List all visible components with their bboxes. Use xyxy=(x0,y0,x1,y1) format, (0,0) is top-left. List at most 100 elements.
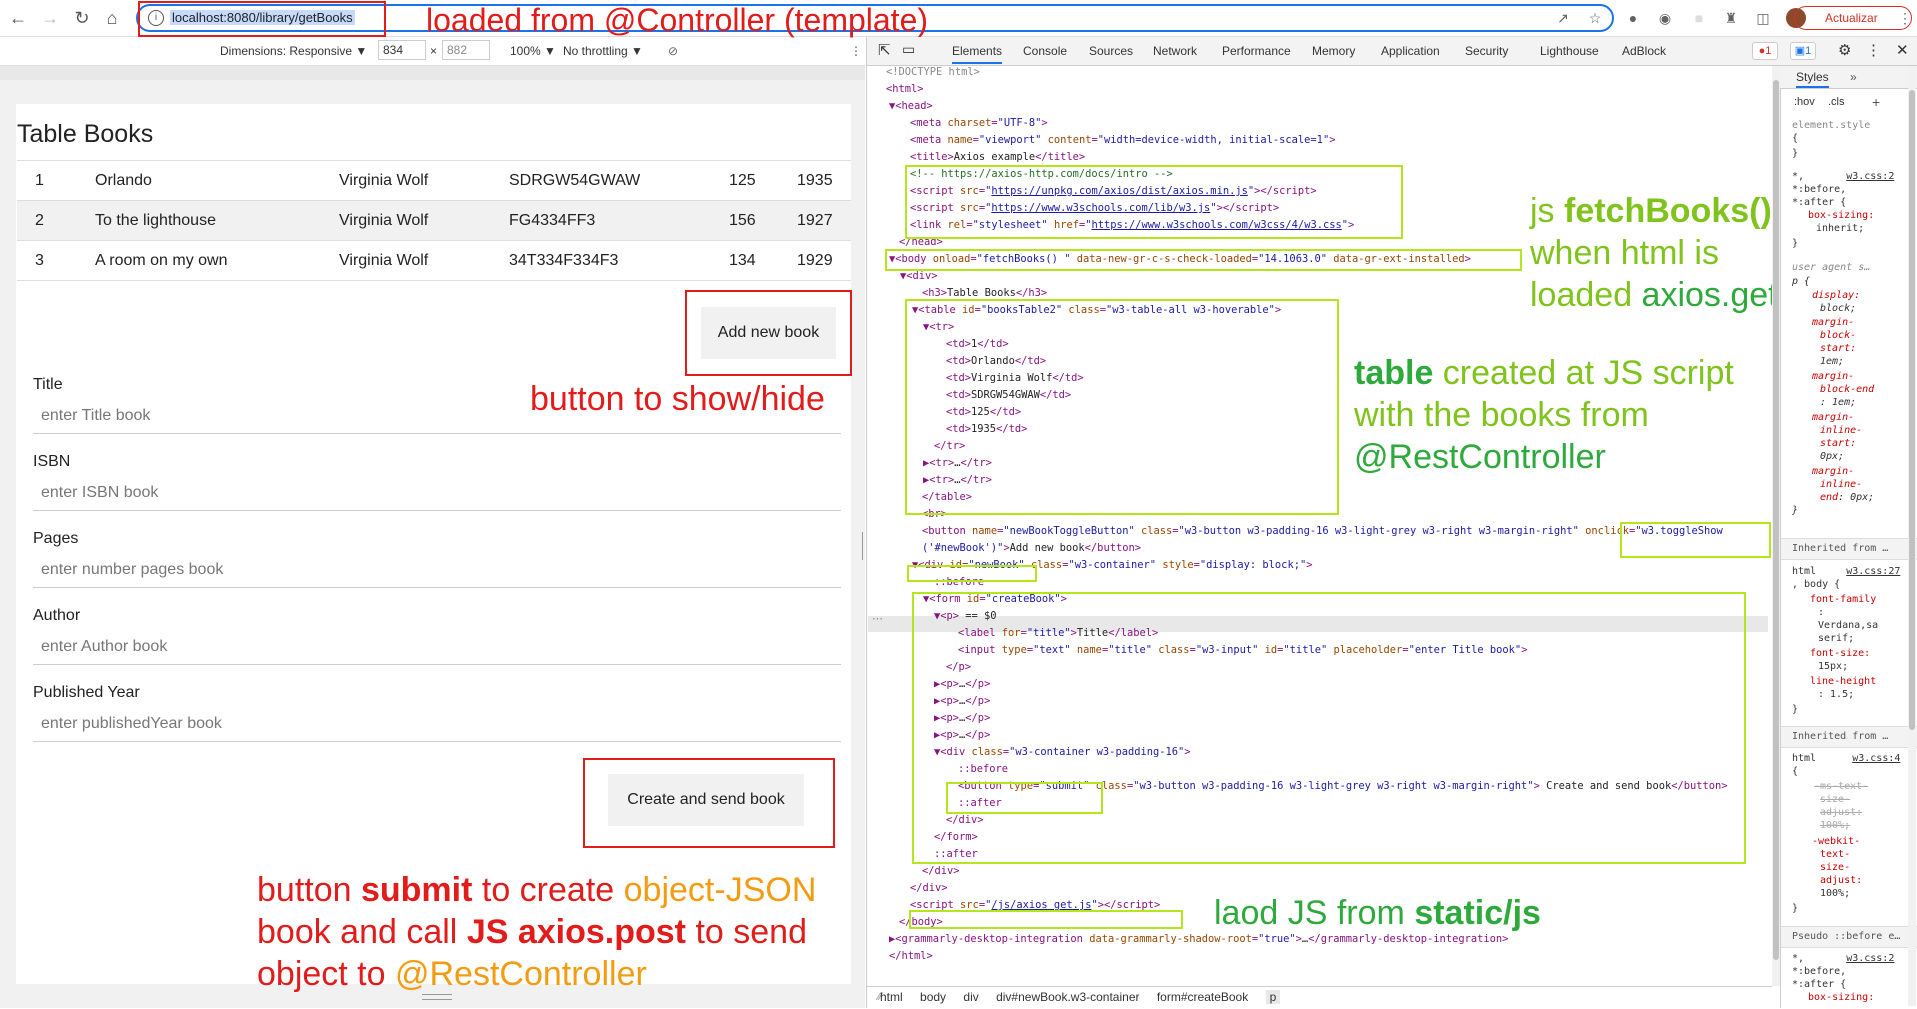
extension-icon[interactable]: ● xyxy=(1624,9,1642,27)
star-icon[interactable]: ☆ xyxy=(1586,9,1604,27)
back-icon[interactable]: ← xyxy=(6,6,30,30)
dom-line[interactable]: ▼<div> xyxy=(900,270,938,282)
style-rule: margin- xyxy=(1812,371,1855,382)
cell-author: Virginia Wolf xyxy=(339,200,509,241)
annotation-fetchbooks: js fetchBooks() when html is loaded axio… xyxy=(1530,190,1778,316)
tab-application[interactable]: Application xyxy=(1381,44,1440,58)
error-count: 1 xyxy=(1765,45,1772,57)
ellipsis-icon[interactable]: ⋯ xyxy=(872,612,883,625)
extension-icon[interactable]: ◉ xyxy=(1656,9,1674,27)
sidepanel-icon[interactable]: ◫ xyxy=(1754,9,1772,27)
cls-toggle[interactable]: .cls xyxy=(1828,96,1845,108)
forward-icon[interactable]: → xyxy=(38,6,62,30)
close-icon[interactable]: ✕ xyxy=(1896,41,1909,59)
no-sensor-icon[interactable]: ⊘ xyxy=(668,44,678,58)
dom-line[interactable]: <!DOCTYPE html> xyxy=(886,66,980,78)
breadcrumb-item[interactable]: div xyxy=(963,990,978,1004)
pages-input[interactable]: enter number pages book xyxy=(33,556,841,588)
tab-memory[interactable]: Memory xyxy=(1312,44,1355,58)
tab-styles[interactable]: Styles xyxy=(1796,70,1829,88)
dom-line[interactable]: </div> xyxy=(910,882,948,894)
breadcrumb-item[interactable]: html xyxy=(880,990,903,1004)
cell-year: 1935 xyxy=(797,160,851,201)
dom-line[interactable]: <html> xyxy=(886,83,924,95)
style-rule: 100%; xyxy=(1820,888,1851,899)
scrollbar-thumb[interactable] xyxy=(1909,90,1915,730)
style-rule: box-sizing: xyxy=(1808,992,1875,1003)
dom-line[interactable]: <meta charset="UTF-8"> xyxy=(910,117,1048,129)
more-options-icon[interactable]: ⋮ xyxy=(850,44,862,58)
dom-line[interactable]: ▶<grammarly-desktop-integration data-gra… xyxy=(889,933,1508,945)
cell-isbn: FG4334FF3 xyxy=(509,200,729,241)
newbook-div-highlight-box xyxy=(907,565,1037,582)
height-input[interactable]: 882 xyxy=(442,40,490,60)
gear-icon[interactable]: ⚙ xyxy=(1838,41,1851,59)
dom-line[interactable]: <meta name="viewport" content="width=dev… xyxy=(910,134,1335,146)
cell-author: Virginia Wolf xyxy=(339,160,509,201)
style-rule: html w3.css:4 xyxy=(1792,753,1901,764)
isbn-input[interactable]: enter ISBN book xyxy=(33,479,841,511)
tab-console[interactable]: Console xyxy=(1023,44,1067,58)
table-row[interactable]: 1 Orlando Virginia Wolf SDRGW54GWAW 125 … xyxy=(17,160,851,201)
tab-lighthouse[interactable]: Lighthouse xyxy=(1540,44,1599,58)
style-rule: } xyxy=(1792,704,1799,715)
media-query-ruler xyxy=(0,66,865,81)
annotation-table: table created at JS script with the book… xyxy=(1354,352,1734,478)
style-rule: , body { xyxy=(1792,579,1841,590)
dom-line[interactable]: ('#newBook')">Add new book</button> xyxy=(922,542,1141,554)
add-icon[interactable]: + xyxy=(1872,94,1880,110)
style-rule: start: xyxy=(1820,438,1857,449)
device-icon[interactable]: ▭ xyxy=(902,41,915,58)
tab-adblock[interactable]: AdBlock xyxy=(1622,44,1666,58)
year-input[interactable]: enter publishedYear book xyxy=(33,710,841,742)
tab-network[interactable]: Network xyxy=(1153,44,1197,58)
breadcrumb-item[interactable]: div#newBook.w3-container xyxy=(996,990,1139,1004)
breadcrumb-item[interactable]: body xyxy=(920,990,946,1004)
more-options-icon[interactable]: ⋮ xyxy=(1866,41,1881,59)
error-badge[interactable]: ●1 xyxy=(1752,42,1778,60)
puzzle-icon[interactable]: ♜ xyxy=(1722,9,1740,27)
style-rule: display: xyxy=(1812,290,1861,301)
breadcrumb-item[interactable]: p xyxy=(1265,990,1281,1004)
dom-line[interactable]: <h3>Table Books</h3> xyxy=(922,287,1047,299)
message-badge[interactable]: ▣1 xyxy=(1790,42,1816,60)
annotation-submit: button submit to create object-JSON book… xyxy=(257,869,816,995)
width-input[interactable]: 834 xyxy=(378,40,426,60)
dom-line[interactable]: <title>Axios example</title> xyxy=(910,151,1085,163)
cell-title: Orlando xyxy=(95,160,339,201)
url-highlight-box xyxy=(138,1,386,37)
dom-line[interactable]: ▼<head> xyxy=(889,100,933,112)
dom-line[interactable]: </html> xyxy=(889,950,933,962)
inspect-icon[interactable]: ⇱ xyxy=(878,41,891,59)
dimensions-select[interactable]: Dimensions: Responsive ▼ xyxy=(220,44,367,58)
menu-icon[interactable]: ⋮ xyxy=(1896,9,1914,27)
scrollbar-thumb[interactable] xyxy=(1773,80,1779,960)
table-row[interactable]: 2 To the lighthouse Virginia Wolf FG4334… xyxy=(17,200,851,241)
hov-toggle[interactable]: :hov xyxy=(1794,96,1815,108)
style-rule: font-family xyxy=(1810,594,1877,605)
style-rule: margin- xyxy=(1812,466,1855,477)
author-input[interactable]: enter Author book xyxy=(33,633,841,665)
zoom-select[interactable]: 100% ▼ xyxy=(510,44,556,58)
tab-performance[interactable]: Performance xyxy=(1222,44,1291,58)
extension-icon[interactable]: ■ xyxy=(1690,9,1708,27)
annotation-text: button xyxy=(257,871,361,909)
tab-sources[interactable]: Sources xyxy=(1089,44,1133,58)
table-row[interactable]: 3 A room on my own Virginia Wolf 34T334F… xyxy=(17,240,851,281)
update-button[interactable]: Actualizar xyxy=(1794,6,1912,30)
reload-icon[interactable]: ↻ xyxy=(70,6,94,30)
tab-security[interactable]: Security xyxy=(1465,44,1508,58)
style-rule: : 1.5; xyxy=(1818,689,1855,700)
style-rule: html w3.css:27 xyxy=(1792,566,1901,577)
more-tabs-icon[interactable]: » xyxy=(1850,70,1857,84)
style-rule: Pseudo ::before e… xyxy=(1792,931,1901,942)
tab-elements[interactable]: Elements xyxy=(952,44,1003,64)
home-icon[interactable]: ⌂ xyxy=(100,6,124,30)
throttling-select[interactable]: No throttling ▼ xyxy=(563,44,643,58)
dom-line[interactable]: <button name="newBookToggleButton" class… xyxy=(922,525,1723,537)
cell-author: Virginia Wolf xyxy=(339,240,509,281)
share-icon[interactable]: ↗ xyxy=(1554,9,1572,27)
breadcrumb-item[interactable]: form#createBook xyxy=(1157,990,1248,1004)
isbn-label: ISBN xyxy=(33,453,71,470)
dom-line[interactable]: </div> xyxy=(922,865,960,877)
